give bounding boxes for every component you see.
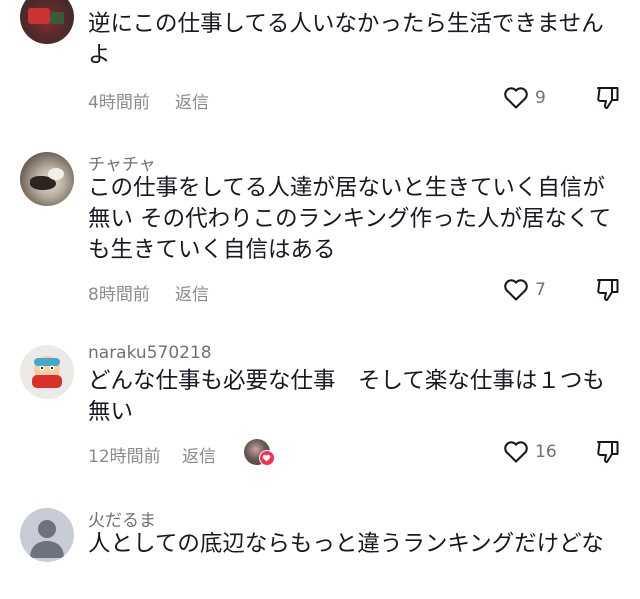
like-count: 9 <box>535 88 546 108</box>
commenter-username[interactable]: naraku570218 <box>88 343 212 363</box>
heart-badge-icon <box>259 450 275 466</box>
comment-timestamp: 12時間前 <box>88 447 161 467</box>
thumbs-down-icon[interactable] <box>596 277 620 303</box>
like-count: 16 <box>535 442 557 462</box>
heart-outline-icon[interactable] <box>503 440 529 464</box>
commenter-avatar[interactable] <box>20 508 74 562</box>
comment-text: この仕事をしてる人達が居ないと生きていく自信が無い その代わりこのランキング作っ… <box>88 175 612 263</box>
reply-button[interactable]: 返信 <box>182 442 216 467</box>
like-count: 7 <box>535 280 546 300</box>
thumbs-down-icon[interactable] <box>596 439 620 465</box>
comment-text: 人としての底辺ならもっと違うランキングだけどな <box>88 531 604 557</box>
commenter-avatar[interactable] <box>20 345 74 399</box>
comment-timestamp: 4時間前 <box>88 93 150 113</box>
heart-outline-icon[interactable] <box>503 278 529 302</box>
comment-text: 逆にこの仕事してる人いなかったら生活できませんよ <box>88 11 604 68</box>
default-avatar-icon <box>30 520 64 558</box>
commenter-username[interactable]: 火だるま <box>88 506 156 531</box>
heart-outline-icon[interactable] <box>503 86 529 110</box>
commenter-avatar[interactable] <box>20 0 74 44</box>
commenter-avatar[interactable] <box>20 152 74 206</box>
cartoon-avatar-icon <box>32 356 62 388</box>
reply-button[interactable]: 返信 <box>175 280 209 305</box>
commenter-username[interactable]: チャチャ <box>88 150 156 175</box>
comment-text: どんな仕事も必要な仕事 そして楽な仕事は１つも無い <box>88 368 605 425</box>
thumbs-down-icon[interactable] <box>596 85 620 111</box>
comment-timestamp: 8時間前 <box>88 285 150 305</box>
reply-button[interactable]: 返信 <box>175 88 209 113</box>
